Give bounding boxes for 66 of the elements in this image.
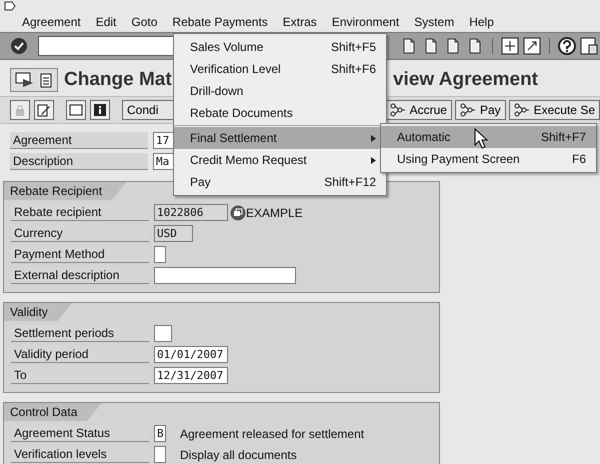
field-label: External description bbox=[11, 267, 149, 284]
window-icon bbox=[69, 104, 83, 116]
input-field[interactable] bbox=[154, 325, 172, 342]
input-field[interactable] bbox=[154, 446, 166, 463]
window-icon[interactable] bbox=[501, 37, 519, 55]
menu-item[interactable]: Edit bbox=[96, 13, 116, 31]
group-title: Rebate Recipient bbox=[4, 182, 126, 200]
window-icon[interactable] bbox=[523, 37, 541, 55]
input-field[interactable] bbox=[154, 267, 296, 284]
input-field[interactable]: 12/31/2007 bbox=[154, 367, 228, 384]
menu-item[interactable]: Rebate Payments bbox=[172, 13, 268, 31]
help-icon[interactable] bbox=[558, 37, 576, 55]
field-label: Verification levels bbox=[11, 446, 149, 463]
shortcut-text: F6 bbox=[572, 152, 586, 166]
menu-option[interactable]: Verification Level Shift+F6 bbox=[174, 58, 386, 80]
cursor-icon bbox=[474, 128, 488, 150]
network-icon bbox=[460, 103, 476, 117]
group-title: Validity bbox=[4, 303, 72, 321]
toolbar-button[interactable]: Pay bbox=[454, 100, 506, 120]
layout-icon[interactable] bbox=[580, 37, 598, 55]
field-label: Validity period bbox=[11, 346, 149, 363]
network-icon bbox=[514, 103, 530, 117]
menu-item[interactable]: Agreement bbox=[22, 13, 81, 31]
menu-item[interactable]: Goto bbox=[131, 13, 158, 31]
input-field[interactable]: B bbox=[154, 425, 166, 442]
menu-option[interactable]: Drill-down bbox=[174, 80, 386, 102]
check-icon[interactable] bbox=[10, 37, 28, 55]
menu-option[interactable]: Automatic Shift+F7 bbox=[381, 126, 596, 148]
screen-title: Change Mat bbox=[64, 69, 172, 91]
lookup-icon[interactable] bbox=[230, 204, 246, 220]
input-field[interactable]: 01/01/2007 bbox=[154, 346, 228, 363]
window-button[interactable] bbox=[66, 100, 86, 120]
lock-button[interactable] bbox=[10, 100, 30, 120]
shortcut-text: Shift+F12 bbox=[324, 175, 376, 189]
field-description: EXAMPLE bbox=[246, 206, 303, 220]
info-button[interactable] bbox=[90, 100, 110, 120]
pencil-icon bbox=[37, 103, 51, 117]
screen-title: view Agreement bbox=[392, 69, 538, 91]
menu-item[interactable]: Extras bbox=[282, 13, 317, 31]
menu-item[interactable]: Help bbox=[469, 13, 494, 31]
network-icon bbox=[390, 103, 406, 117]
input-field[interactable]: 1022806 bbox=[154, 204, 228, 221]
field-label: Rebate recipient bbox=[11, 204, 149, 221]
edit-button[interactable] bbox=[34, 100, 54, 120]
toolbar-button[interactable]: Accrue bbox=[384, 100, 452, 120]
field-label: Payment Method bbox=[11, 246, 149, 263]
lock-icon bbox=[13, 103, 27, 117]
menu-icon[interactable] bbox=[4, 1, 16, 11]
info-icon bbox=[93, 103, 107, 117]
document-icon bbox=[15, 71, 35, 89]
group-title: Control Data bbox=[4, 403, 102, 421]
field-label: Description bbox=[10, 153, 148, 170]
shortcut-text: Shift+F5 bbox=[330, 40, 376, 54]
field-label: Settlement periods bbox=[11, 325, 149, 342]
toolbar-button[interactable]: Execute Se bbox=[508, 100, 600, 120]
field-label: Agreement bbox=[10, 132, 148, 149]
input-field[interactable]: USD bbox=[154, 225, 193, 242]
clipboard-icon bbox=[39, 71, 53, 89]
shortcut-text: Shift+F6 bbox=[330, 62, 376, 76]
menu-item[interactable]: Environment bbox=[332, 13, 400, 31]
menu-option[interactable]: Pay Shift+F12 bbox=[174, 171, 386, 193]
menu-item[interactable]: System bbox=[414, 13, 454, 31]
shortcut-text: Shift+F7 bbox=[540, 130, 586, 144]
field-description: Display all documents bbox=[180, 448, 297, 462]
field-description: Agreement released for settlement bbox=[180, 426, 364, 440]
input-field[interactable] bbox=[154, 246, 166, 263]
